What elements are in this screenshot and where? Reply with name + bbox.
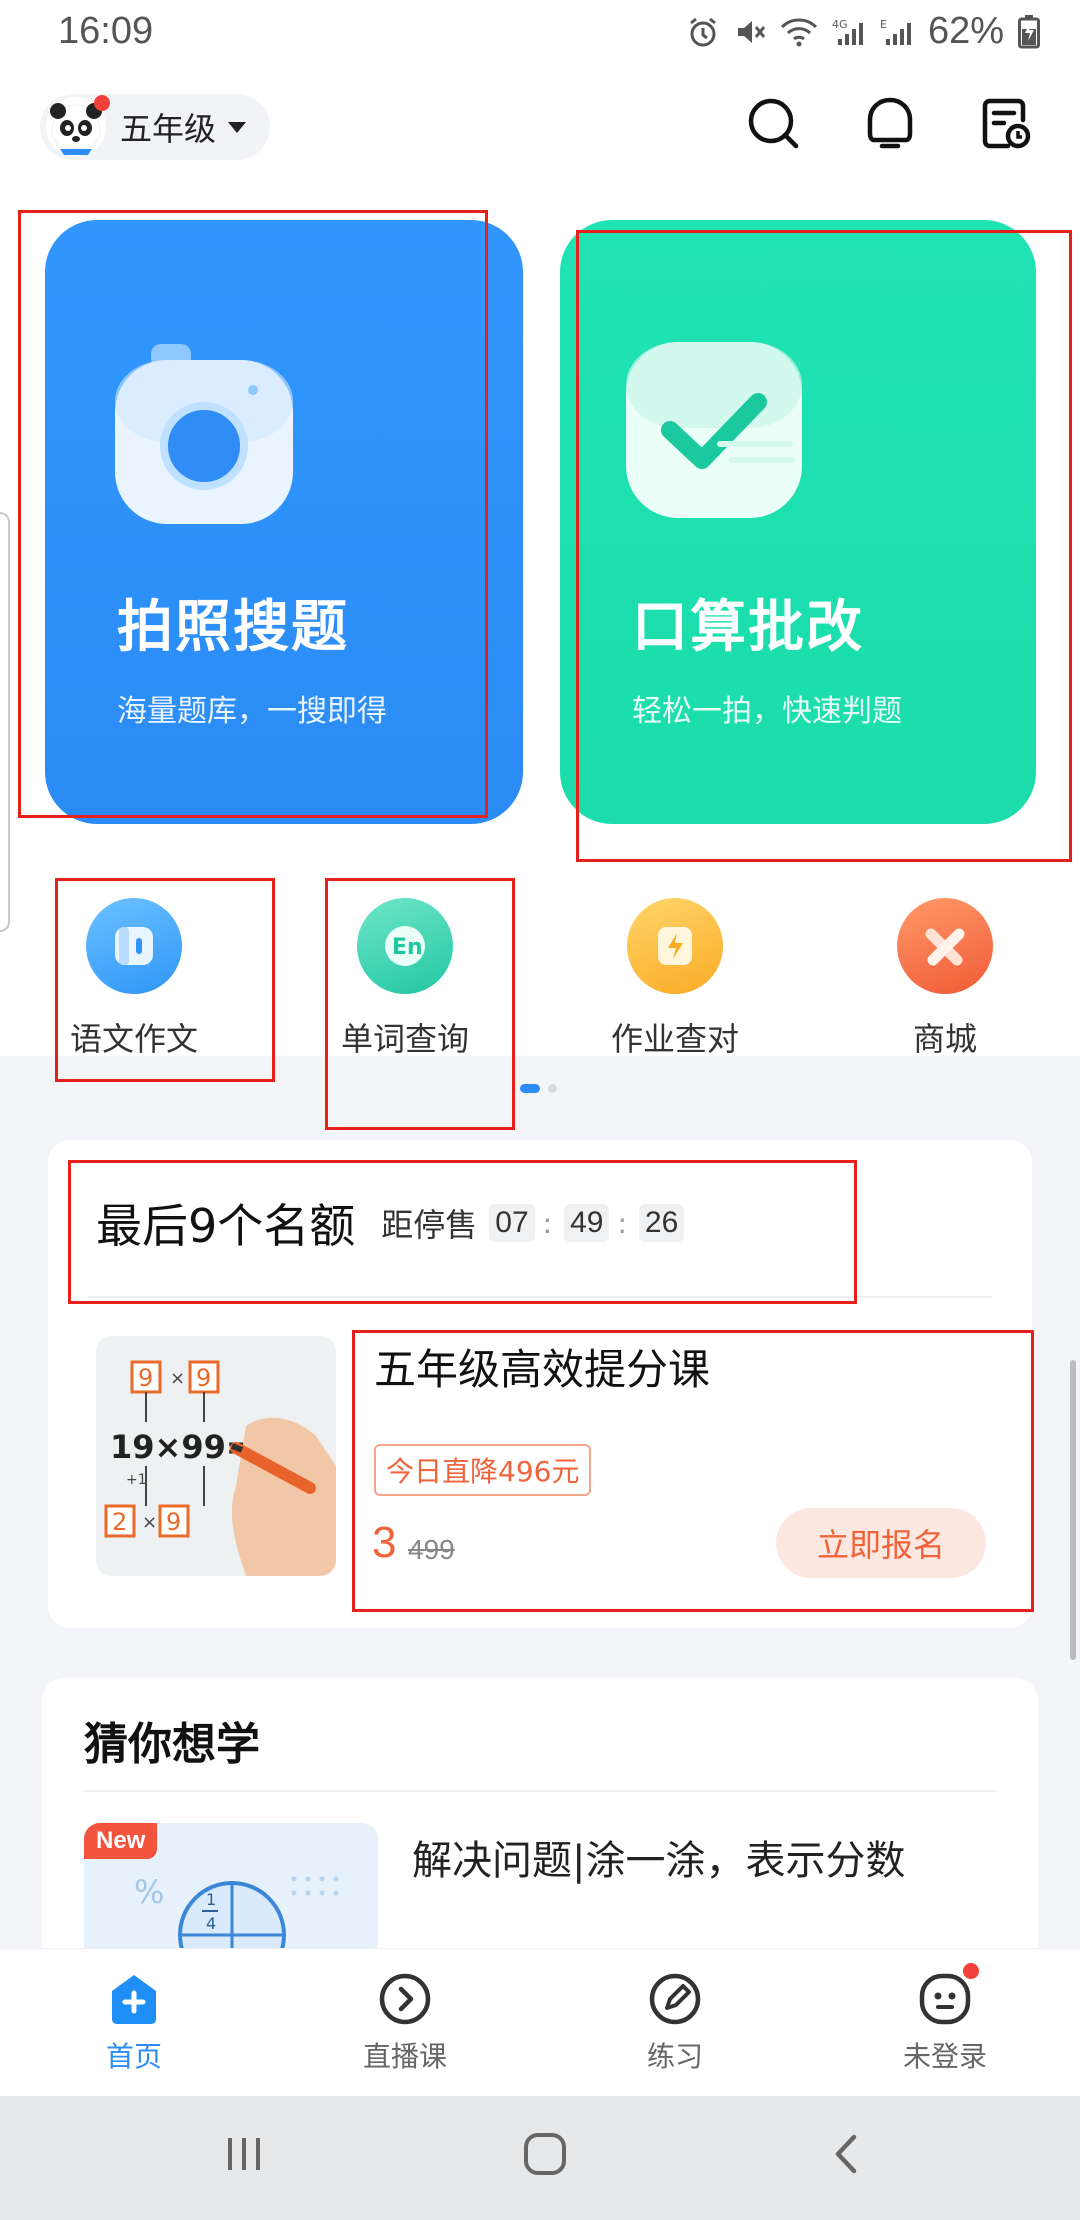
shortcut-label: 商城 [912, 1020, 977, 1058]
scrollbar[interactable] [1070, 1360, 1076, 1660]
grade-selector[interactable]: 五年级 [40, 94, 270, 160]
edge-panel-handle[interactable] [0, 512, 10, 932]
thumb-fraction-bottom: 4 [206, 1914, 216, 1933]
annotation-box [18, 210, 488, 818]
caret-down-icon [228, 121, 247, 133]
nav-home[interactable]: 首页 [34, 1971, 234, 2091]
home-square-icon [522, 2131, 568, 2181]
status-time: 16:09 [58, 10, 154, 52]
pager-dot [548, 1084, 557, 1093]
signal-e-icon: E [880, 17, 914, 47]
recent-apps-button[interactable] [204, 2126, 284, 2186]
nav-label: 首页 [105, 2040, 162, 2073]
svg-text:×: × [142, 1512, 157, 1533]
recommend-title: 猜你想学 [84, 1719, 260, 1770]
status-icons: 4G E 62% [686, 10, 1040, 53]
home-icon [106, 1971, 162, 2027]
thumb-percent: % [134, 1873, 164, 1911]
bottom-navigation: 首页 直播课 练习 未登录 [0, 1948, 1080, 2096]
notification-dot [963, 1963, 979, 1979]
divider [84, 1790, 996, 1792]
shortcut-homework-check[interactable]: 作业查对 [575, 898, 775, 1078]
thumb-fraction-top: 1 [206, 1890, 216, 1909]
shortcut-mall[interactable]: 商城 [845, 898, 1045, 1078]
nav-label: 未登录 [902, 2040, 987, 2073]
app-header: 五年级 [0, 66, 1080, 186]
course-thumbnail[interactable]: 9 × 9 19×99= +1 2 × 9 [96, 1336, 336, 1576]
battery-percent: 62% [927, 10, 1004, 52]
thumb-num-c: 2 [112, 1508, 127, 1536]
nav-label: 直播课 [362, 2040, 447, 2073]
new-badge: New [84, 1823, 158, 1859]
live-class-icon [377, 1971, 433, 2027]
thumb-num-b: 9 [196, 1364, 211, 1392]
search-icon [746, 96, 802, 156]
annotation-box [576, 230, 1072, 862]
chat-bubble-icon [862, 96, 918, 156]
annotation-box [352, 1330, 1034, 1612]
battery-icon [1018, 14, 1040, 49]
grade-label: 五年级 [120, 110, 217, 148]
system-navigation-bar [0, 2096, 1080, 2220]
annotation-box [325, 878, 515, 1130]
annotation-box [68, 1160, 857, 1304]
back-arrow-icon [826, 2131, 866, 2181]
home-button[interactable] [505, 2126, 585, 2186]
svg-text:×: × [170, 1368, 185, 1389]
svg-text:E: E [880, 18, 887, 31]
thumb-small-note: +1 [126, 1472, 147, 1488]
message-button[interactable] [860, 96, 920, 156]
alarm-icon [686, 15, 720, 49]
lightning-check-icon [627, 898, 723, 994]
nav-live-class[interactable]: 直播课 [305, 1971, 505, 2091]
lesson-title[interactable]: 解决问题|涂一涂，表示分数 [412, 1828, 905, 1886]
practice-icon [647, 1971, 703, 2027]
thumb-num-d: 9 [166, 1508, 181, 1536]
history-button[interactable] [976, 96, 1036, 156]
wifi-icon [780, 17, 818, 47]
recent-apps-icon [222, 2132, 266, 2180]
nav-practice[interactable]: 练习 [575, 1971, 775, 2091]
pager-dot-active [520, 1084, 540, 1093]
mute-icon [734, 16, 766, 48]
signal-4g-icon: 4G [832, 17, 866, 47]
status-bar: 16:09 4G E 62% [0, 0, 1080, 66]
thumb-num-a: 9 [138, 1364, 153, 1392]
profile-icon [917, 1963, 979, 2027]
svg-text:4G: 4G [832, 18, 848, 31]
search-button[interactable] [744, 96, 804, 156]
shortcut-label: 作业查对 [610, 1020, 739, 1058]
panda-avatar [46, 95, 110, 157]
mall-icon [897, 898, 993, 994]
back-button[interactable] [806, 2126, 886, 2186]
history-doc-icon [978, 96, 1034, 156]
nav-profile[interactable]: 未登录 [845, 1963, 1045, 2091]
nav-label: 练习 [646, 2040, 703, 2073]
annotation-box [55, 878, 275, 1082]
notification-dot [94, 95, 110, 111]
shortcut-pager [520, 1084, 557, 1093]
